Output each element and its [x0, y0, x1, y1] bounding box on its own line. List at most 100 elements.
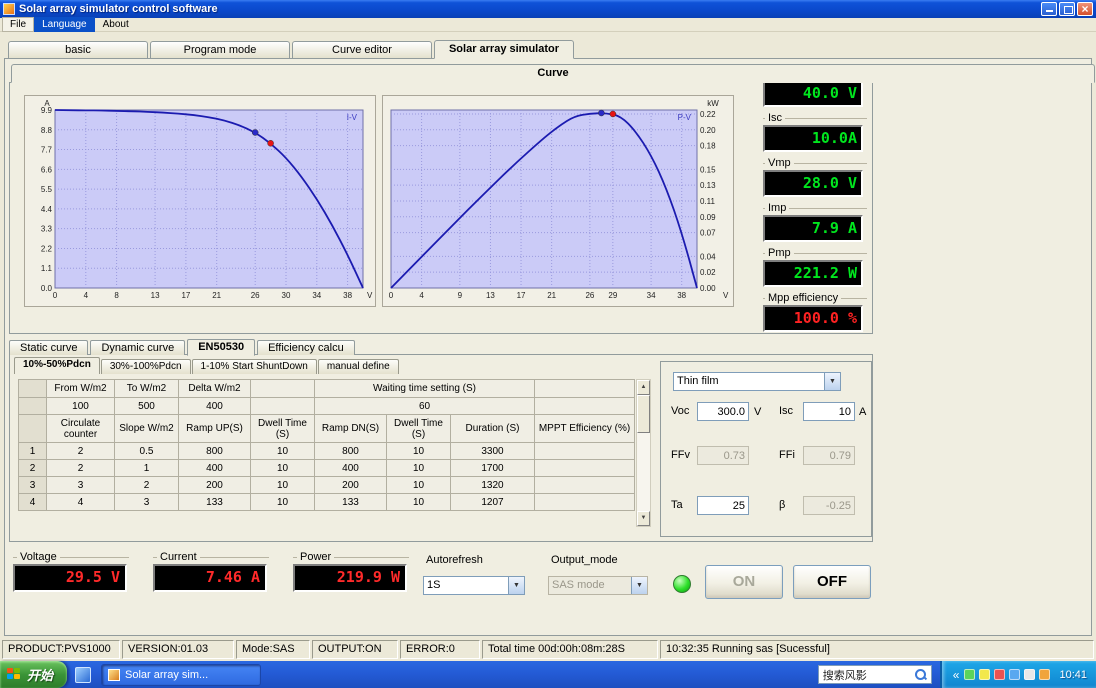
- tab-static-curve[interactable]: Static curve: [9, 340, 89, 355]
- col-header: MPPT Efficiency (%): [534, 414, 636, 443]
- row-index-cell[interactable]: 1: [18, 442, 47, 460]
- svg-text:17: 17: [517, 291, 526, 300]
- table-row[interactable]: 4 4 3 133 10 133 10 1207: [18, 493, 636, 511]
- table-cell[interactable]: 400: [178, 397, 251, 415]
- table-cell[interactable]: 133: [314, 493, 387, 511]
- table-cell[interactable]: [534, 493, 636, 511]
- scroll-up-icon[interactable]: [637, 380, 650, 395]
- menu-file[interactable]: File: [2, 17, 35, 32]
- table-cell[interactable]: 2: [114, 476, 179, 494]
- tab-basic[interactable]: basic: [8, 41, 148, 58]
- table-cell[interactable]: 10: [386, 476, 451, 494]
- close-icon[interactable]: [1077, 2, 1093, 16]
- tab-program-mode[interactable]: Program mode: [150, 41, 290, 58]
- search-icon[interactable]: [914, 668, 927, 681]
- tray-icon[interactable]: [1024, 669, 1036, 680]
- table-cell[interactable]: [534, 476, 636, 494]
- tab-curve-editor[interactable]: Curve editor: [292, 41, 432, 58]
- table-cell[interactable]: 10: [386, 459, 451, 477]
- film-type-select[interactable]: Thin film: [673, 372, 841, 391]
- tab-solar-array-simulator[interactable]: Solar array simulator: [434, 40, 574, 59]
- row-index-cell[interactable]: 3: [18, 476, 47, 494]
- table-cell[interactable]: 3300: [449, 442, 536, 460]
- on-button[interactable]: ON: [705, 565, 783, 599]
- table-cell[interactable]: 100: [46, 397, 115, 415]
- table-cell[interactable]: 0.5: [114, 442, 179, 460]
- table-cell[interactable]: 800: [314, 442, 387, 460]
- table-cell[interactable]: [534, 397, 636, 415]
- tab-en50530[interactable]: EN50530: [187, 339, 256, 356]
- menu-about[interactable]: About: [95, 17, 137, 32]
- table-cell[interactable]: 1320: [449, 476, 536, 494]
- tray-icon[interactable]: [994, 669, 1006, 680]
- table-cell[interactable]: [534, 442, 636, 460]
- table-cell[interactable]: 1: [114, 459, 179, 477]
- taskbar-search[interactable]: 搜索风影: [817, 665, 932, 684]
- dropdown-arrow-icon[interactable]: [508, 577, 524, 594]
- start-button[interactable]: 开始: [0, 661, 68, 688]
- table-cell[interactable]: 1700: [449, 459, 536, 477]
- table-cell[interactable]: 4: [46, 493, 115, 511]
- table-cell[interactable]: 3: [114, 493, 179, 511]
- tab-dynamic-curve[interactable]: Dynamic curve: [90, 340, 186, 355]
- scrollbar-thumb[interactable]: [637, 395, 650, 433]
- tray-icon[interactable]: [1039, 669, 1051, 680]
- table-cell[interactable]: 400: [314, 459, 387, 477]
- table-cell[interactable]: 400: [178, 459, 251, 477]
- tray-icon[interactable]: [1009, 669, 1021, 680]
- tab-manual-define[interactable]: manual define: [317, 359, 399, 374]
- table-row[interactable]: 1 2 0.5 800 10 800 10 3300: [18, 442, 636, 460]
- table-row[interactable]: 2 2 1 400 10 400 10 1700: [18, 459, 636, 477]
- table-cell[interactable]: 800: [178, 442, 251, 460]
- tab-10-50-pdcn[interactable]: 10%-50%Pdcn: [14, 357, 100, 374]
- table-cell[interactable]: 10: [250, 459, 315, 477]
- menu-language[interactable]: Language: [34, 17, 95, 32]
- table-cell[interactable]: 10: [250, 493, 315, 511]
- tab-curve[interactable]: Curve: [11, 64, 1095, 83]
- table-cell[interactable]: [250, 397, 315, 415]
- readout-mpp-efficiency: Mpp efficiency 100.0 %: [763, 292, 869, 332]
- tray-icon[interactable]: [964, 669, 976, 680]
- table-cell[interactable]: 10: [250, 476, 315, 494]
- table-cell[interactable]: [534, 459, 636, 477]
- table-cell[interactable]: 200: [314, 476, 387, 494]
- table-cell[interactable]: 200: [178, 476, 251, 494]
- row-index-cell[interactable]: 2: [18, 459, 47, 477]
- minimize-icon[interactable]: [1041, 2, 1057, 16]
- table-cell[interactable]: 3: [46, 476, 115, 494]
- readouts-panel: Voc40.0 VIsc10.0AVmp28.0 VImp7.9 APmp221…: [763, 67, 869, 337]
- table-cell[interactable]: 2: [46, 459, 115, 477]
- tab-1-10-start-shuntdown[interactable]: 1-10% Start ShuntDown: [191, 359, 317, 374]
- off-button[interactable]: OFF: [793, 565, 871, 599]
- taskbar-task-button[interactable]: Solar array sim...: [101, 663, 262, 686]
- table-scrollbar[interactable]: [636, 379, 651, 527]
- table-cell[interactable]: 1207: [449, 493, 536, 511]
- readout-isc: Isc 10.0A: [763, 112, 869, 152]
- tray-icon[interactable]: [979, 669, 991, 680]
- tab-30-100-pdcn[interactable]: 30%-100%Pdcn: [100, 359, 191, 374]
- table-cell[interactable]: 10: [250, 442, 315, 460]
- table-cell[interactable]: 2: [46, 442, 115, 460]
- solar-array-simulator-app: Solar array simulator control software F…: [0, 0, 1096, 688]
- power-display-group: Power 219.9 W: [293, 551, 413, 592]
- table-cell[interactable]: 500: [114, 397, 179, 415]
- svg-text:I-V: I-V: [347, 113, 358, 122]
- table-cell[interactable]: 133: [178, 493, 251, 511]
- dropdown-arrow-icon[interactable]: [824, 373, 840, 390]
- search-input[interactable]: 搜索风影: [823, 667, 911, 683]
- table-cell[interactable]: 10: [386, 442, 451, 460]
- maximize-icon[interactable]: [1059, 2, 1075, 16]
- tray-chevron-icon[interactable]: [953, 669, 960, 681]
- voc-param-input[interactable]: [697, 402, 749, 421]
- table-row: 100 500 400 60: [18, 397, 636, 415]
- autorefresh-select[interactable]: 1S: [423, 576, 525, 595]
- isc-param-input[interactable]: [803, 402, 855, 421]
- table-cell[interactable]: 10: [386, 493, 451, 511]
- tab-efficiency-calcu[interactable]: Efficiency calcu: [257, 340, 355, 355]
- table-cell[interactable]: 60: [313, 397, 536, 415]
- quick-launch-icon[interactable]: [75, 666, 92, 683]
- row-index-cell[interactable]: 4: [18, 493, 47, 511]
- table-row[interactable]: 3 3 2 200 10 200 10 1320: [18, 476, 636, 494]
- scroll-down-icon[interactable]: [637, 511, 650, 526]
- ta-param-input[interactable]: [697, 496, 749, 515]
